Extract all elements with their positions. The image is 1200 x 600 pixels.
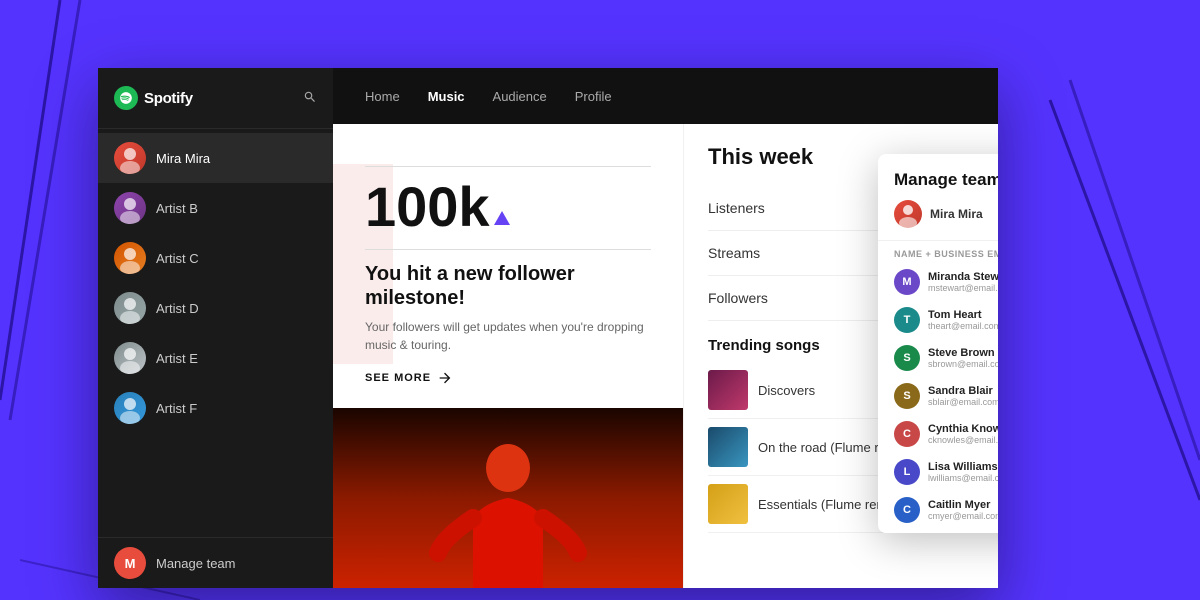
member-name-0: Miranda Stewart	[928, 271, 998, 283]
nav-home[interactable]: Home	[365, 85, 400, 108]
manage-team-card: Manage team Mira Mira NAME + BUSINESS EM…	[878, 154, 998, 533]
song-art-on-the-road	[708, 427, 748, 467]
member-info-6: Caitlin Myer cmyer@email.com	[928, 499, 998, 521]
sidebar-artist-name-4: Artist E	[156, 351, 198, 366]
left-panel: 100k You hit a new follower milestone! Y…	[333, 124, 683, 588]
sidebar-item-artist-d[interactable]: Artist D	[98, 283, 333, 333]
sidebar-artist-name-2: Artist C	[156, 251, 199, 266]
milestone-section: 100k You hit a new follower milestone! Y…	[365, 166, 651, 386]
member-info-4: Cynthia Knowles cknowles@email.com	[928, 423, 998, 445]
manage-team-card-title: Manage team	[894, 170, 998, 190]
member-email-2: sbrown@email.com	[928, 359, 998, 369]
sidebar-artist-name-1: Artist B	[156, 201, 198, 216]
member-email-3: sblair@email.com	[928, 397, 998, 407]
sidebar-item-mira-mira[interactable]: Mira Mira	[98, 133, 333, 183]
sidebar: Spotify Mira Mira Artist B	[98, 68, 333, 588]
sidebar-item-artist-f[interactable]: Artist F	[98, 383, 333, 433]
avatar-artist-b	[114, 192, 146, 224]
avatar-artist-f	[114, 392, 146, 424]
sidebar-item-artist-c[interactable]: Artist C	[98, 233, 333, 283]
team-member-row-3[interactable]: S Sandra Blair sblair@email.com ···	[878, 377, 998, 415]
main-content: Home Music Audience Profile 100k You hit…	[333, 68, 998, 588]
member-name-1: Tom Heart	[928, 309, 998, 321]
member-email-4: cknowles@email.com	[928, 435, 998, 445]
song-name-0: Discovers	[758, 383, 815, 398]
milestone-title: You hit a new follower milestone!	[365, 262, 651, 310]
sidebar-item-artist-e[interactable]: Artist E	[98, 333, 333, 383]
sidebar-manage-team[interactable]: M Manage team	[98, 537, 333, 588]
member-info-2: Steve Brown sbrown@email.com	[928, 347, 998, 369]
manage-team-sidebar-label: Manage team	[156, 556, 236, 571]
nav-audience[interactable]: Audience	[493, 85, 547, 108]
member-avatar-0: M	[894, 269, 920, 295]
member-avatar-2: S	[894, 345, 920, 371]
song-art-discovers	[708, 370, 748, 410]
manage-owner-name: Mira Mira	[930, 207, 983, 221]
artist-photo	[333, 408, 683, 588]
sidebar-artist-name-5: Artist F	[156, 401, 197, 416]
manage-owner-row: Mira Mira	[894, 200, 998, 228]
song-art-essentials	[708, 484, 748, 524]
logo: Spotify	[114, 86, 193, 110]
sidebar-header: Spotify	[98, 68, 333, 129]
avatar-mira-mira	[114, 142, 146, 174]
team-member-row-1[interactable]: T Tom Heart theart@email.com ···	[878, 301, 998, 339]
app-container: Spotify Mira Mira Artist B	[98, 68, 998, 588]
content-area: 100k You hit a new follower milestone! Y…	[333, 124, 998, 588]
avatar-artist-c	[114, 242, 146, 274]
member-email-0: mstewart@email.com	[928, 283, 998, 293]
see-more-link[interactable]: SEE MORE	[365, 370, 651, 386]
sidebar-artist-name-0: Mira Mira	[156, 151, 210, 166]
member-name-6: Caitlin Myer	[928, 499, 998, 511]
member-email-6: cmyer@email.com	[928, 511, 998, 521]
milestone-divider-bottom	[365, 249, 651, 250]
team-list-header: NAME + BUSINESS EMAIL MANAGE	[878, 241, 998, 263]
member-name-4: Cynthia Knowles	[928, 423, 998, 435]
sidebar-item-artist-b[interactable]: Artist B	[98, 183, 333, 233]
stat-label-followers: Followers	[708, 290, 768, 306]
sidebar-artist-name-3: Artist D	[156, 301, 199, 316]
spotify-icon	[114, 86, 138, 110]
logo-text: Spotify	[144, 90, 193, 107]
member-avatar-3: S	[894, 383, 920, 409]
member-name-3: Sandra Blair	[928, 385, 998, 397]
avatar-manage: M	[114, 547, 146, 579]
member-avatar-4: C	[894, 421, 920, 447]
member-email-5: lwilliams@email.com	[928, 473, 998, 483]
avatar-artist-d	[114, 292, 146, 324]
member-name-5: Lisa Williams	[928, 461, 998, 473]
follower-stat: 100k	[365, 179, 651, 235]
manage-owner-avatar	[894, 200, 922, 228]
stat-number-text: 100k	[365, 179, 490, 235]
member-email-1: theart@email.com	[928, 321, 998, 331]
milestone-divider-top	[365, 166, 651, 167]
member-avatar-6: C	[894, 497, 920, 523]
stat-triangle-icon	[494, 211, 510, 225]
team-member-row-6[interactable]: C Caitlin Myer cmyer@email.com ···	[878, 491, 998, 529]
nav-profile[interactable]: Profile	[575, 85, 612, 108]
stat-label-streams: Streams	[708, 245, 760, 261]
manage-team-header: Manage team Mira Mira	[878, 154, 998, 241]
member-info-0: Miranda Stewart mstewart@email.com	[928, 271, 998, 293]
team-member-row-0[interactable]: M Miranda Stewart mstewart@email.com ···	[878, 263, 998, 301]
team-member-row-2[interactable]: S Steve Brown sbrown@email.com ···	[878, 339, 998, 377]
sidebar-artist-list: Mira Mira Artist B Artist C Artist D	[98, 129, 333, 537]
member-avatar-1: T	[894, 307, 920, 333]
member-name-2: Steve Brown	[928, 347, 998, 359]
member-info-1: Tom Heart theart@email.com	[928, 309, 998, 331]
team-header-name-label: NAME + BUSINESS EMAIL	[894, 249, 998, 259]
team-member-row-4[interactable]: C Cynthia Knowles cknowles@email.com ···	[878, 415, 998, 453]
member-info-3: Sandra Blair sblair@email.com	[928, 385, 998, 407]
milestone-desc: Your followers will get updates when you…	[365, 318, 651, 354]
see-more-label: SEE MORE	[365, 372, 431, 384]
main-nav: Home Music Audience Profile	[333, 68, 998, 124]
member-info-5: Lisa Williams lwilliams@email.com	[928, 461, 998, 483]
avatar-artist-e	[114, 342, 146, 374]
stat-label-listeners: Listeners	[708, 200, 765, 216]
team-member-row-5[interactable]: L Lisa Williams lwilliams@email.com ···	[878, 453, 998, 491]
search-button[interactable]	[303, 90, 317, 107]
nav-music[interactable]: Music	[428, 85, 465, 108]
member-avatar-5: L	[894, 459, 920, 485]
manage-team-body: NAME + BUSINESS EMAIL MANAGE M Miranda S…	[878, 241, 998, 529]
